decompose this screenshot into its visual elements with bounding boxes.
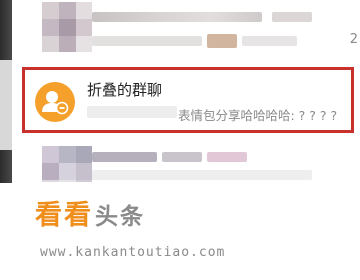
group-chat-title: 折叠的群聊 xyxy=(87,81,163,99)
contact-name-redacted xyxy=(92,152,157,162)
message-preview-redacted xyxy=(242,36,297,46)
contact-name-redacted xyxy=(272,12,312,22)
message-time: 2 xyxy=(349,32,358,47)
group-chat-preview: 表情包分享哈哈哈哈: ? ? ? ? xyxy=(178,108,338,123)
message-preview-redacted xyxy=(92,170,312,180)
contact-name-redacted xyxy=(162,152,202,162)
contact-name-redacted xyxy=(207,152,247,162)
message-preview-redacted xyxy=(92,36,202,46)
message-preview-redacted xyxy=(207,34,237,48)
folded-group-chat-item[interactable]: 折叠的群聊 表情包分享哈哈哈哈: ? ? ? ? xyxy=(22,67,354,133)
watermark-brand-main: 看看 xyxy=(35,200,93,231)
conversation-item[interactable] xyxy=(22,140,360,182)
group-chat-icon xyxy=(35,82,75,122)
contact-name-redacted xyxy=(92,12,262,22)
avatar xyxy=(42,146,92,182)
watermark: 看看头条 www.kankantoutiao.com xyxy=(0,183,360,280)
conversation-item[interactable]: 2 xyxy=(22,0,360,60)
background-window-edge-panel xyxy=(0,60,12,150)
watermark-logo: 看看头条 xyxy=(35,193,145,232)
avatar xyxy=(42,2,92,52)
sender-name-redacted xyxy=(87,106,177,118)
watermark-brand-sub: 头条 xyxy=(95,204,145,230)
watermark-url: www.kankantoutiao.com xyxy=(40,245,226,260)
